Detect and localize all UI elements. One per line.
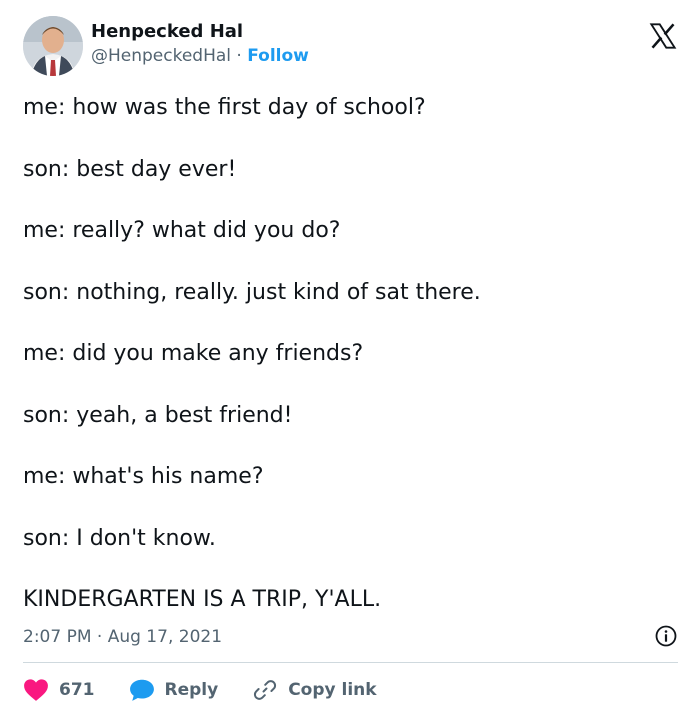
follow-button[interactable]: Follow (247, 46, 309, 66)
tweet-line: me: what's his name? (23, 464, 264, 489)
divider (23, 662, 678, 663)
tweet-line: me: really? what did you do? (23, 218, 341, 243)
link-icon (254, 680, 277, 700)
speech-bubble-icon (129, 679, 154, 701)
heart-icon (24, 679, 48, 701)
tweet-text: me: how was the first day of school? son… (23, 86, 673, 640)
tweet-line: son: I don't know. (23, 525, 216, 551)
like-button[interactable]: 671 (23, 678, 95, 702)
tweet-line: son: best day ever! (23, 156, 237, 182)
tweet-line: me: how was the first day of school? (23, 95, 426, 120)
copy-link-label: Copy link (288, 680, 377, 700)
reply-label: Reply (164, 680, 219, 700)
avatar[interactable] (23, 16, 83, 76)
x-logo-icon[interactable] (649, 22, 677, 50)
reply-button[interactable]: Reply (129, 678, 219, 702)
tweet-line: son: nothing, really. just kind of sat t… (23, 279, 481, 305)
author-info: Henpecked Hal @HenpeckedHal · Follow (91, 20, 309, 68)
handle-separator: · (231, 46, 248, 66)
tweet-line: me: did you make any friends? (23, 341, 364, 366)
action-bar: 671 Reply Copy link (23, 674, 678, 706)
author-handle-line: @HenpeckedHal · Follow (91, 44, 309, 68)
avatar-image (23, 16, 83, 76)
timestamp-row: 2:07 PM · Aug 17, 2021 (23, 622, 678, 652)
tweet-header: Henpecked Hal @HenpeckedHal · Follow (23, 16, 683, 78)
tweet-line: son: yeah, a best friend! (23, 402, 293, 428)
info-icon[interactable] (654, 624, 678, 648)
tweet-timestamp[interactable]: 2:07 PM · Aug 17, 2021 (23, 627, 222, 647)
copy-link-button[interactable]: Copy link (252, 678, 377, 702)
tweet-card: Henpecked Hal @HenpeckedHal · Follow me:… (0, 0, 700, 716)
author-display-name[interactable]: Henpecked Hal (91, 20, 309, 44)
like-count: 671 (59, 680, 95, 700)
author-handle[interactable]: @HenpeckedHal (91, 46, 231, 66)
